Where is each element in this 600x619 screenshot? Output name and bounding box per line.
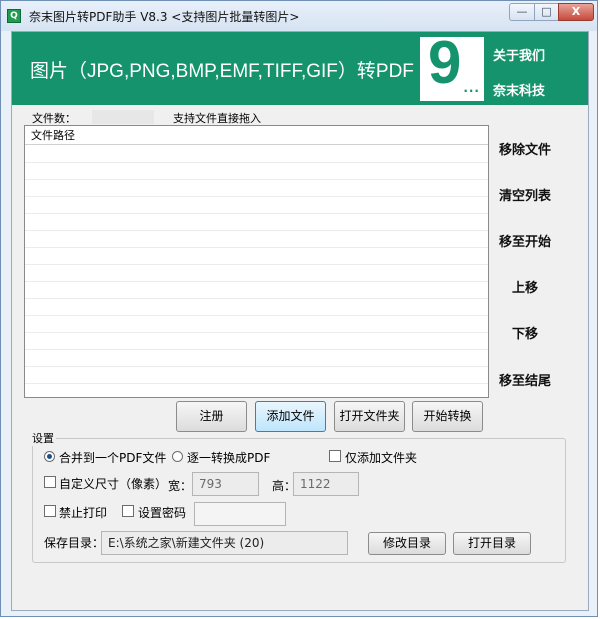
separate-option-label[interactable]: 逐一转换成PDF [187, 449, 270, 466]
list-row-line [25, 196, 488, 197]
banner: 图片（JPG,PNG,BMP,EMF,TIFF,GIF）转PDF 9 ... 关… [12, 31, 588, 105]
open-folder-button[interactable]: 打开文件夹 [334, 401, 405, 432]
logo-dots: ... [463, 81, 480, 95]
set-password-checkbox[interactable] [122, 505, 134, 517]
list-row-line [25, 332, 488, 333]
password-input[interactable] [194, 502, 286, 526]
banner-title: 图片（JPG,PNG,BMP,EMF,TIFF,GIF）转PDF [30, 61, 414, 82]
list-row-line [25, 162, 488, 163]
company-logo: 9 ... [420, 31, 484, 101]
list-row-line [25, 247, 488, 248]
file-count-value [92, 110, 154, 124]
register-button[interactable]: 注册 [176, 401, 247, 432]
remove-file-button[interactable]: 移除文件 [495, 139, 555, 158]
app-icon: Q [7, 9, 21, 23]
list-row-line [25, 179, 488, 180]
set-password-label[interactable]: 设置密码 [138, 504, 186, 521]
minimize-button[interactable]: — [509, 3, 535, 21]
drag-drop-hint: 支持文件直接拖入 [173, 112, 261, 125]
move-to-bottom-button[interactable]: 移至结尾 [495, 370, 555, 389]
list-row-line [25, 264, 488, 265]
title-bar[interactable]: Q 奈末图片转PDF助手 V8.3 <支持图片批量转图片> — □ X [1, 1, 597, 31]
save-dir-field[interactable]: E:\系统之家\新建文件夹 (20) [101, 531, 348, 555]
folders-only-checkbox[interactable] [329, 450, 341, 462]
maximize-button[interactable]: □ [534, 3, 559, 21]
move-to-top-button[interactable]: 移至开始 [495, 231, 555, 250]
logo-digit: 9 [428, 29, 462, 96]
list-row-line [25, 281, 488, 282]
close-button[interactable]: X [558, 3, 594, 21]
clear-list-button[interactable]: 清空列表 [495, 185, 555, 204]
add-files-button[interactable]: 添加文件 [255, 401, 326, 432]
app-window: Q 奈末图片转PDF助手 V8.3 <支持图片批量转图片> — □ X 图片（J… [0, 0, 598, 617]
merge-radio[interactable] [44, 451, 55, 462]
width-input[interactable]: 793 [192, 472, 259, 496]
list-row-line [25, 298, 488, 299]
main-panel: 图片（JPG,PNG,BMP,EMF,TIFF,GIF）转PDF 9 ... 关… [11, 31, 589, 611]
list-row-line [25, 315, 488, 316]
separate-radio[interactable] [172, 451, 183, 462]
move-up-button[interactable]: 上移 [495, 277, 555, 296]
window-title: 奈末图片转PDF助手 V8.3 <支持图片批量转图片> [29, 10, 300, 24]
folders-only-label[interactable]: 仅添加文件夹 [345, 449, 417, 466]
list-row-line [25, 349, 488, 350]
merge-option-label[interactable]: 合并到一个PDF文件 [59, 449, 166, 466]
file-list[interactable]: 文件路径 [24, 125, 489, 398]
no-print-checkbox[interactable] [44, 505, 56, 517]
list-row-line [25, 213, 488, 214]
move-down-button[interactable]: 下移 [495, 323, 555, 342]
settings-title: 设置 [30, 430, 56, 446]
about-us-link[interactable]: 关于我们 [493, 45, 545, 64]
company-link[interactable]: 奈末科技 [493, 80, 545, 99]
custom-size-checkbox[interactable] [44, 476, 56, 488]
list-row-line [25, 366, 488, 367]
custom-size-label[interactable]: 自定义尺寸（像素） [59, 475, 167, 492]
file-count-label: 文件数： [32, 112, 76, 125]
column-header-file-path[interactable]: 文件路径 [25, 126, 488, 145]
height-input[interactable]: 1122 [293, 472, 359, 496]
start-convert-button[interactable]: 开始转换 [412, 401, 483, 432]
list-row-line [25, 230, 488, 231]
list-row-line [25, 383, 488, 384]
width-label: 宽： [168, 479, 193, 493]
save-dir-label: 保存目录： [44, 536, 105, 550]
change-dir-button[interactable]: 修改目录 [368, 532, 446, 555]
no-print-label[interactable]: 禁止打印 [59, 504, 107, 521]
open-dir-button[interactable]: 打开目录 [453, 532, 531, 555]
